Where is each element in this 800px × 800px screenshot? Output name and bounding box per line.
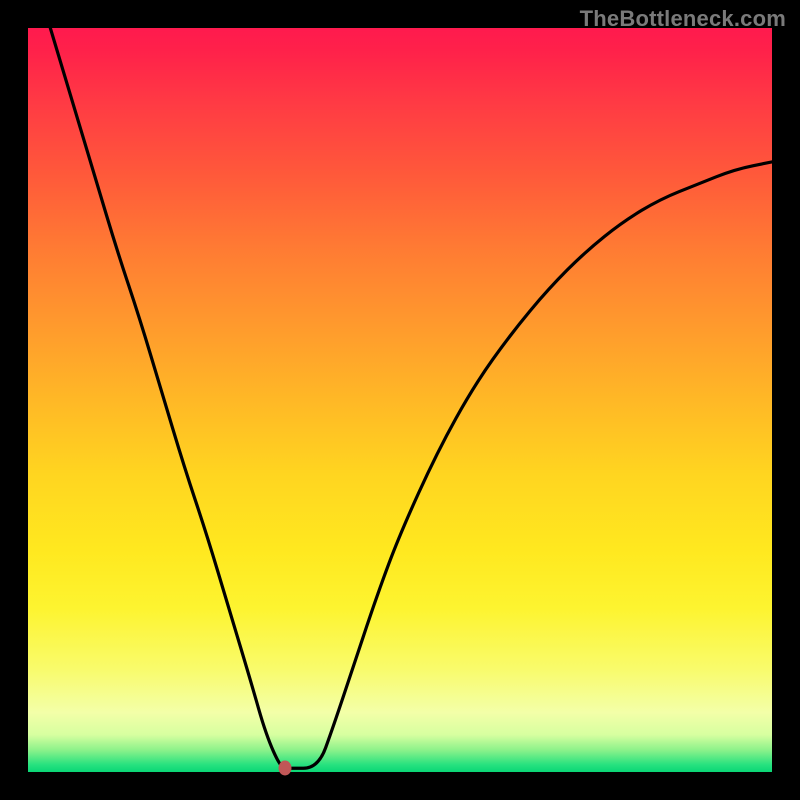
curve-svg (28, 28, 772, 772)
curve-path (50, 28, 772, 768)
plot-area (28, 28, 772, 772)
chart-frame: TheBottleneck.com (0, 0, 800, 800)
minimum-marker (278, 761, 291, 776)
